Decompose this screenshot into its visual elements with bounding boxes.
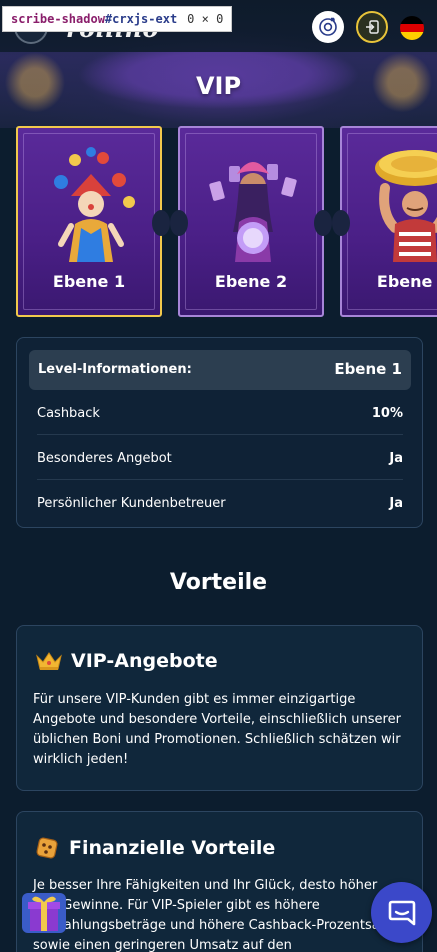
chat-button[interactable] [371,882,432,943]
top-bar: rollino scribe-shadow#crxjs-ext 0 × 0 [0,0,437,52]
level-info-header-label: Level-Informationen: [38,362,192,377]
level-cards: Ebene 1 Ebene 2 Ebene [16,126,437,318]
card-notch [152,210,170,236]
benefit-card-vip-offers: VIP-Angebote Für unsere VIP-Kunden gibt … [16,625,423,791]
login-button[interactable] [356,11,388,43]
crown-icon [36,652,62,670]
card-notch [314,210,332,236]
benefit-text: Für unsere VIP-Kunden gibt es immer einz… [33,692,401,767]
extension-name: scribe-shadow#crxjs-ext [11,12,178,26]
extension-size: 0 × 0 [187,12,224,26]
benefit-header: Finanzielle Vorteile [35,836,275,860]
row-value: Ja [389,496,403,511]
benefit-title: VIP-Angebote [71,650,218,672]
level-card-3[interactable]: Ebene 3 [332,126,437,317]
row-label: Cashback [37,406,100,421]
row-value: 10% [371,406,403,421]
support-button[interactable] [312,11,344,43]
level-info-header: Level-Informationen: Ebene 1 [29,350,411,390]
chat-icon [388,900,415,925]
card-notch [170,210,188,236]
support-icon [319,17,337,36]
row-label: Besonderes Angebot [37,451,172,466]
level-card-label: Ebene 1 [52,272,126,291]
level-info-header-value: Ebene 1 [334,360,402,378]
level-card-label: Ebene 3 [376,272,437,291]
page-title: VIP [195,72,242,100]
benefit-text: Je besser Ihre Fähigkeiten und Ihr Glück… [33,878,400,952]
table-row: Persönlicher Kundenbetreuer Ja [37,480,403,525]
gift-icon[interactable] [16,889,72,937]
row-label: Persönlicher Kundenbetreuer [37,496,226,511]
benefits-title: Vorteile [169,570,268,595]
level-info-table: Level-Informationen: Ebene 1 Cashback 10… [16,337,423,528]
table-row: Besonderes Angebot Ja [37,435,403,480]
level-card-2[interactable]: Ebene 2 [170,126,332,317]
row-value: Ja [389,451,403,466]
german-flag-icon[interactable] [400,16,424,40]
card-notch [332,210,350,236]
level-card-label: Ebene 2 [214,272,288,291]
jester-icon [54,147,135,262]
table-row: Cashback 10% [37,390,403,435]
benefit-header: VIP-Angebote [35,650,218,672]
fortune-teller-icon [209,162,297,262]
level-card-1[interactable]: Ebene 1 [16,126,170,317]
login-icon [366,20,379,34]
dice-icon [36,837,58,859]
strongman-icon [375,150,437,262]
benefit-title: Finanzielle Vorteile [69,837,276,859]
extension-badge: scribe-shadow#crxjs-ext 0 × 0 [2,6,233,32]
benefit-card-financial: Finanzielle Vorteile Je besser Ihre Fähi… [16,811,423,952]
